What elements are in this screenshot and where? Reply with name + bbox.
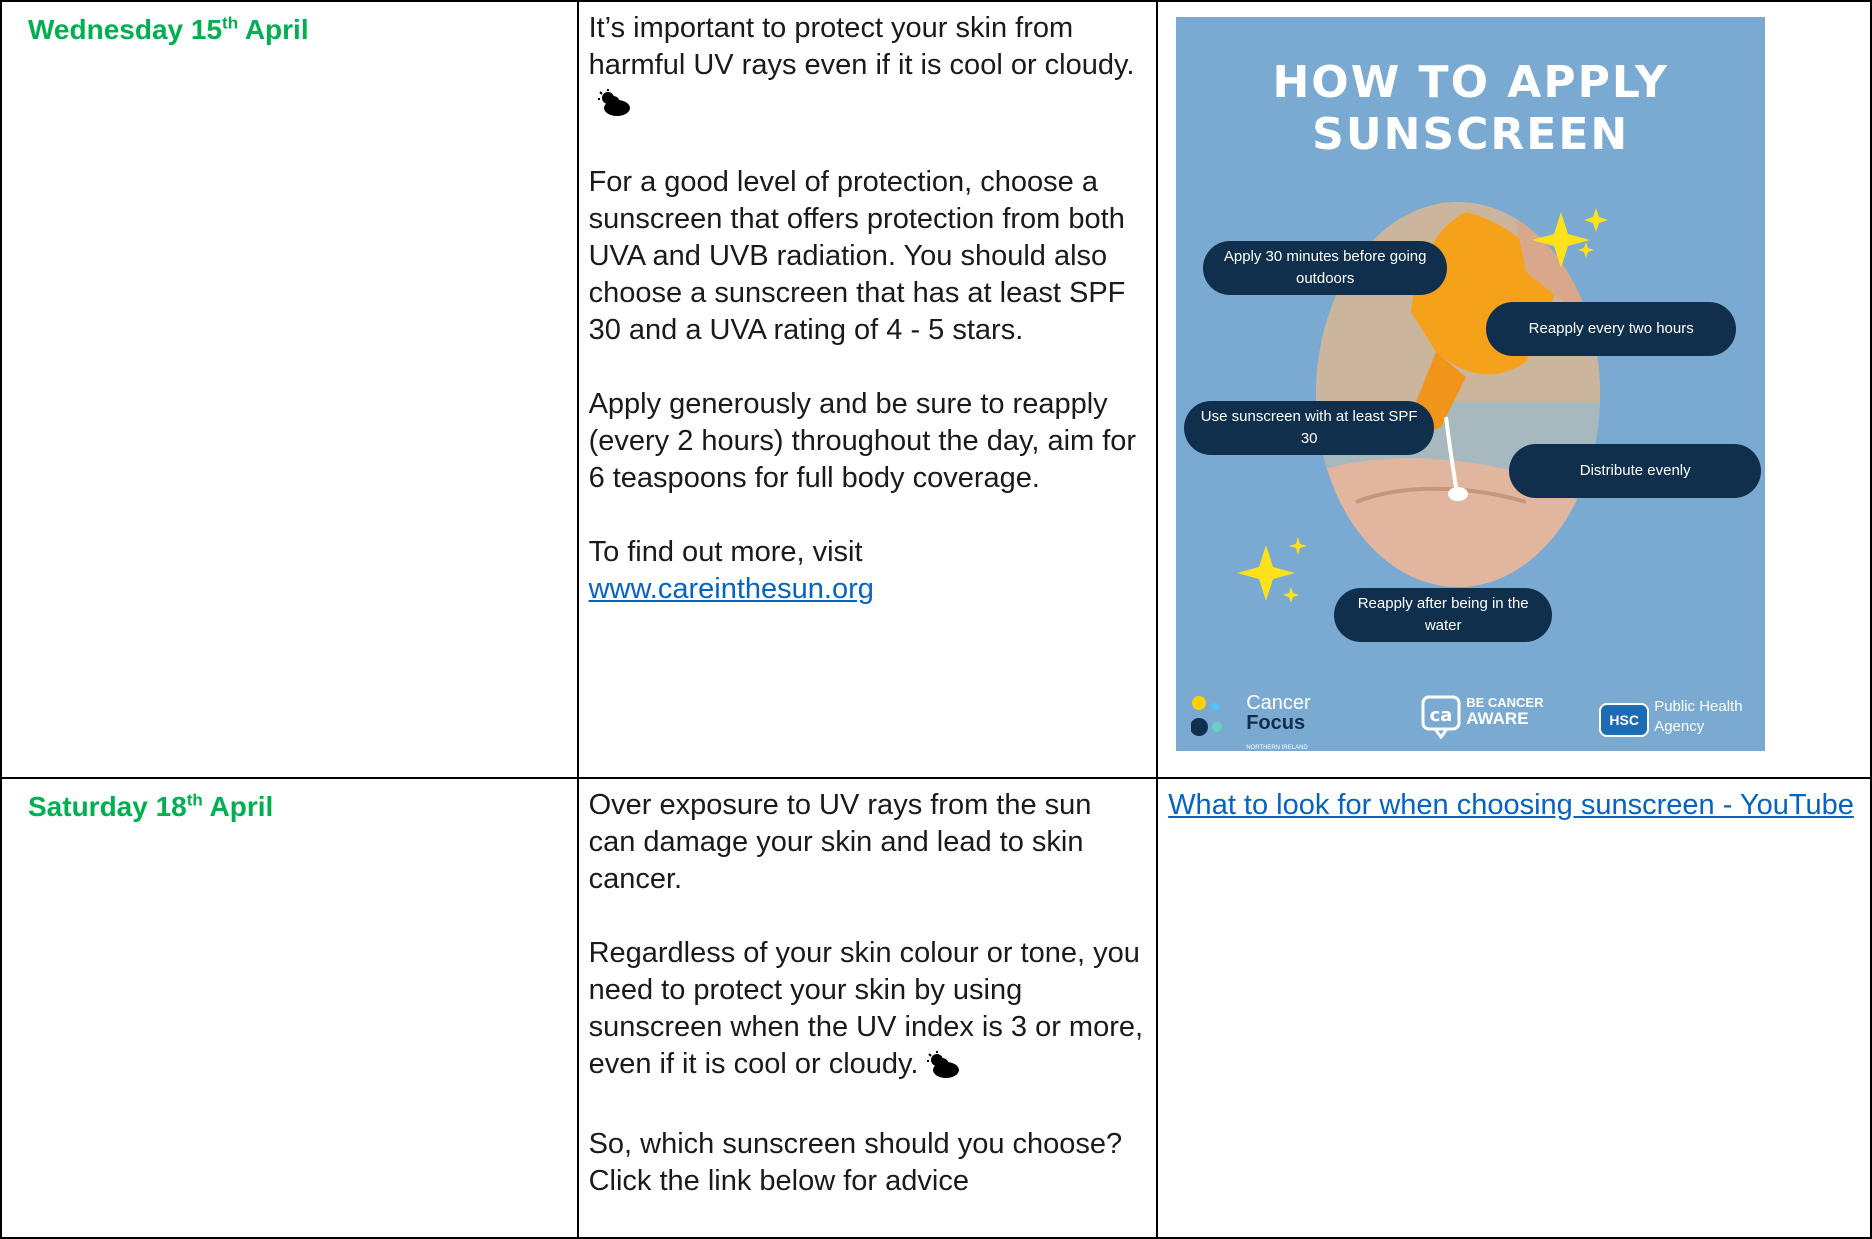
sparkle-icon	[1237, 537, 1308, 603]
message-cell: Over exposure to UV rays from the sun ca…	[576, 777, 1159, 1239]
youtube-video-link[interactable]: What to look for when choosing sunscreen…	[1168, 789, 1854, 821]
tip-pill: Use sunscreen with at least SPF 30	[1184, 401, 1435, 455]
table-row: Wednesday 15th April It’s important to p…	[0, 0, 1872, 779]
paragraph: To find out more, visit www.careinthesun.…	[588, 536, 874, 605]
tip-pill: Reapply after being in the water	[1334, 588, 1553, 642]
be-cancer-aware-logo-icon: ca	[1421, 695, 1461, 739]
cancer-focus-logo-icon	[1191, 696, 1223, 736]
tip-pill: Distribute evenly	[1509, 444, 1762, 498]
paragraph: It’s important to protect your skin from…	[589, 10, 1147, 127]
schedule-table: Wednesday 15th April It’s important to p…	[0, 0, 1872, 1239]
public-health-agency-logo: Public Health Agency	[1654, 698, 1743, 735]
date-heading: Wednesday 15th April	[28, 13, 309, 45]
paragraph: Regardless of your skin colour or tone, …	[589, 935, 1147, 1089]
sunscreen-poster: HOW TO APPLY SUNSCREEN Apply 30 minutes …	[1176, 17, 1766, 751]
sun-behind-cloud-icon	[597, 89, 631, 127]
date-cell: Saturday 18th April	[0, 777, 579, 1239]
sun-behind-cloud-icon	[926, 1051, 960, 1089]
sparkle-icon	[1532, 208, 1609, 268]
paragraph: So, which sunscreen should you choose? C…	[588, 1128, 1123, 1197]
paragraph: Over exposure to UV rays from the sun ca…	[588, 789, 1092, 895]
date-cell: Wednesday 15th April	[0, 0, 579, 779]
paragraph: Apply generously and be sure to reapply …	[588, 388, 1137, 494]
svg-text:ca: ca	[1430, 705, 1453, 726]
paragraph: For a good level of protection, choose a…	[588, 166, 1126, 346]
tip-pill: Apply 30 minutes before going outdoors	[1203, 241, 1448, 295]
tip-pill: Reapply every two hours	[1486, 302, 1737, 356]
poster-logos: Cancer Focus NORTHERN IRELAND ca BE CANCER…	[1176, 681, 1765, 751]
cancer-focus-logo: Cancer Focus NORTHERN IRELAND	[1246, 692, 1311, 751]
date-heading: Saturday 18th April	[28, 790, 274, 822]
image-cell: HOW TO APPLY SUNSCREEN Apply 30 minutes …	[1156, 0, 1872, 779]
be-cancer-aware-logo: BE CANCER AWARE	[1466, 695, 1544, 728]
message-cell: It’s important to protect your skin from…	[576, 0, 1159, 779]
table-row: Saturday 18th April Over exposure to UV …	[0, 777, 1872, 1239]
video-cell: What to look for when choosing sunscreen…	[1156, 777, 1872, 1239]
careinthesun-link[interactable]: www.careinthesun.org	[589, 573, 874, 605]
poster-title: HOW TO APPLY SUNSCREEN	[1272, 57, 1669, 160]
hsc-logo-badge: HSC	[1599, 703, 1650, 737]
